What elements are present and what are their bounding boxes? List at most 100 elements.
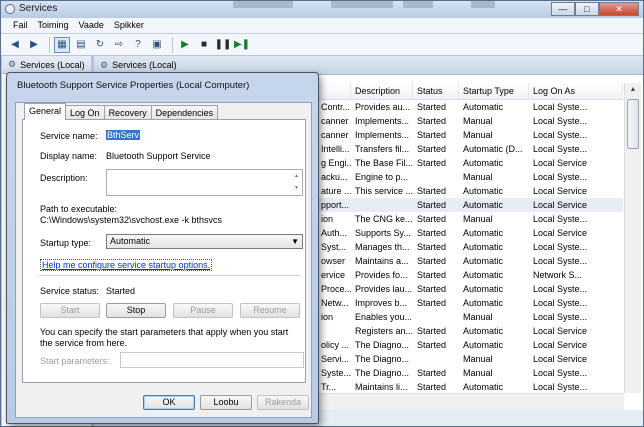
help-configure-link[interactable]: Help me configure service startup option… [40, 259, 213, 271]
description-cell: Enables you... [355, 312, 413, 322]
display-name-label: Display name: [40, 151, 98, 161]
column-header-log-on-as[interactable]: Log On As [529, 83, 623, 100]
cancel-button[interactable]: Loobu [200, 395, 252, 410]
ok-button[interactable]: OK [143, 395, 195, 410]
gear-icon: ⚙ [100, 59, 109, 70]
description-cell: Provides fo... [355, 270, 408, 280]
stop-button[interactable]: Stop [106, 303, 166, 318]
vertical-scrollbar[interactable]: ▲ [624, 83, 641, 393]
description-cell: Manages th... [355, 242, 410, 252]
chevron-down-icon: ▼ [291, 237, 299, 246]
path-value[interactable]: C:\Windows\system32\svchost.exe -k bthsv… [40, 215, 222, 225]
column-header-description[interactable]: Description [351, 83, 413, 100]
log-on-as-cell: Local Syste... [533, 116, 588, 126]
startup-type-select[interactable]: Automatic ▼ [106, 234, 303, 249]
description-cell: Improves b... [355, 298, 408, 308]
service-name-value[interactable]: BthServ [106, 130, 141, 140]
tab-general[interactable]: General [24, 103, 67, 120]
startup-type-cell: Manual [463, 116, 493, 126]
dialog-body: General Log On Recovery Dependencies Ser… [15, 102, 312, 418]
menu-bar: Fail Toiming Vaade Spikker [1, 18, 643, 34]
description-label: Description: [40, 173, 88, 183]
stop-service-icon[interactable]: ■ [196, 37, 212, 53]
description-scrollbar[interactable]: ▲ ▼ [291, 170, 302, 195]
status-cell: Started [417, 284, 447, 294]
export-icon[interactable]: ⇨ [111, 37, 127, 53]
toolbar-separator [49, 36, 50, 53]
log-on-as-cell: Local Service [533, 158, 588, 168]
status-cell: Started [417, 340, 447, 350]
description-cell: Implements... [355, 130, 410, 140]
tab-recovery[interactable]: Recovery [103, 105, 152, 120]
show-hide-icon[interactable]: ▣ [149, 37, 165, 53]
description-cell [351, 198, 413, 212]
back-arrow-icon[interactable]: ◀ [7, 37, 23, 53]
description-cell: Implements... [355, 116, 410, 126]
caption-buttons: — □ ✕ [551, 2, 639, 16]
general-tab-panel: Service name: BthServ Display name: Blue… [22, 119, 306, 383]
log-on-as-cell: Local Syste... [533, 256, 588, 266]
status-cell: Started [417, 116, 447, 126]
menu-help[interactable]: Spikker [112, 18, 152, 33]
start-parameters-label: Start parameters: [40, 356, 110, 366]
startup-type-cell: Manual [463, 130, 493, 140]
log-on-as-cell: Local Syste... [533, 242, 588, 252]
menu-view[interactable]: Vaade [77, 18, 112, 33]
startup-type-cell: Automatic [463, 102, 504, 112]
log-on-as-cell: Local Service [533, 340, 588, 350]
log-on-as-cell: Local Syste... [533, 144, 588, 154]
minimize-button[interactable]: — [551, 2, 575, 16]
service-status-value: Started [106, 286, 136, 296]
close-button[interactable]: ✕ [599, 2, 639, 16]
start-button[interactable]: Start [40, 303, 100, 318]
menu-file[interactable]: Fail [11, 18, 36, 33]
scrollbar-thumb[interactable] [627, 99, 639, 149]
log-on-as-cell: Local Service [533, 326, 588, 336]
description-cell: This service ... [355, 186, 413, 196]
title-bar[interactable]: Services — □ ✕ [1, 1, 643, 18]
help-icon[interactable]: ? [130, 37, 146, 53]
scroll-up-icon[interactable]: ▲ [625, 83, 641, 97]
forward-arrow-icon[interactable]: ▶ [26, 37, 42, 53]
description-field[interactable]: ▲ ▼ [106, 169, 303, 196]
pause-service-icon[interactable]: ❚❚ [215, 37, 232, 53]
log-on-as-cell: Local Syste... [533, 298, 588, 308]
startup-type-value: Automatic [110, 236, 151, 246]
log-on-as-cell: Local Syste... [533, 368, 588, 378]
apply-button[interactable]: Rakenda [257, 395, 309, 410]
startup-type-cell: Manual [463, 354, 493, 364]
status-cell: Started [417, 186, 447, 196]
resume-button[interactable]: Resume [240, 303, 300, 318]
toolbar-separator [172, 36, 173, 53]
maximize-button[interactable]: □ [575, 2, 599, 16]
restart-service-icon[interactable]: ▶❚ [234, 37, 250, 53]
start-service-icon[interactable]: ▶ [177, 37, 193, 53]
log-on-as-cell: Local Syste... [533, 382, 588, 392]
menu-action[interactable]: Toiming [36, 18, 77, 33]
status-cell [413, 310, 459, 324]
log-on-as-cell: Network S... [533, 270, 583, 280]
dialog-title: Bluetooth Support Service Properties (Lo… [17, 80, 250, 91]
startup-type-cell: Automatic [463, 326, 504, 336]
tab-dependencies[interactable]: Dependencies [150, 105, 219, 120]
status-cell: Started [417, 144, 447, 154]
status-cell: Started [417, 228, 447, 238]
tab-log-on[interactable]: Log On [65, 105, 105, 120]
description-cell: The Diagno... [355, 368, 410, 378]
pause-button[interactable]: Pause [173, 303, 233, 318]
properties-icon[interactable]: ▤ [73, 37, 89, 53]
log-on-as-cell: Local Service [533, 186, 588, 196]
service-properties-dialog: Bluetooth Support Service Properties (Lo… [6, 72, 319, 424]
column-header-startup-type[interactable]: Startup Type [459, 83, 529, 100]
column-header-status[interactable]: Status [413, 83, 459, 100]
refresh-icon[interactable]: ↻ [92, 37, 108, 53]
startup-type-cell: Automatic [463, 340, 504, 350]
status-cell: Started [417, 200, 447, 210]
description-cell: Maintains a... [355, 256, 409, 266]
display-name-value[interactable]: Bluetooth Support Service [106, 151, 211, 161]
status-cell: Started [417, 102, 447, 112]
status-cell: Started [417, 214, 447, 224]
status-cell: Started [417, 326, 447, 336]
start-parameters-input[interactable] [120, 352, 304, 368]
console-tree-icon[interactable]: ▦ [54, 36, 70, 53]
